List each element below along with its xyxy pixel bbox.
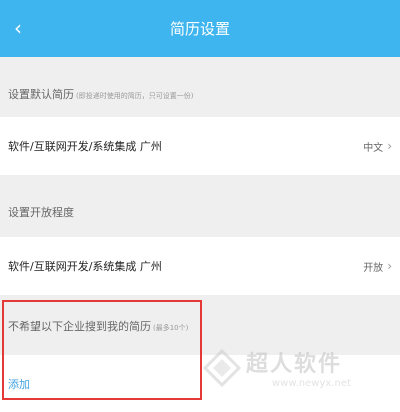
default-resume-item-value: 中文 › xyxy=(363,139,392,154)
section-label-open-level: 设置开放程度 xyxy=(8,204,74,220)
open-level-item-name: 软件/互联网开发/系统集成 广州 xyxy=(8,260,162,273)
watermark-brand: 超人软件 xyxy=(246,352,343,377)
page-title: 简历设置 xyxy=(169,20,230,38)
highlight-box xyxy=(2,300,202,400)
default-resume-label: 设置默认简历 xyxy=(8,88,74,101)
default-resume-sub: (即投递时使用的简历，只可设置一份) xyxy=(76,92,194,100)
open-level-status: 开放 xyxy=(363,262,384,274)
open-level-label: 设置开放程度 xyxy=(8,206,74,219)
default-resume-item-name: 软件/互联网开发/系统集成 广州 xyxy=(8,140,162,153)
watermark-url: www.newyx.net xyxy=(272,378,351,389)
back-icon[interactable]: ‹ xyxy=(4,14,32,42)
chevron-right-icon: › xyxy=(387,139,392,153)
open-level-item-value: 开放 › xyxy=(363,259,392,274)
default-resume-language: 中文 xyxy=(363,142,384,154)
open-level-item[interactable]: 软件/互联网开发/系统集成 广州 开放 › xyxy=(0,237,400,295)
section-label-default-resume: 设置默认简历 (即投递时使用的简历，只可设置一份) xyxy=(8,86,193,102)
title-bar: ‹ 简历设置 xyxy=(0,0,400,57)
watermark: 超人软件 www.newyx.net xyxy=(202,342,382,402)
chevron-right-icon: › xyxy=(387,259,392,273)
watermark-logo-icon xyxy=(202,348,242,388)
default-resume-item[interactable]: 软件/互联网开发/系统集成 广州 中文 › xyxy=(0,117,400,175)
